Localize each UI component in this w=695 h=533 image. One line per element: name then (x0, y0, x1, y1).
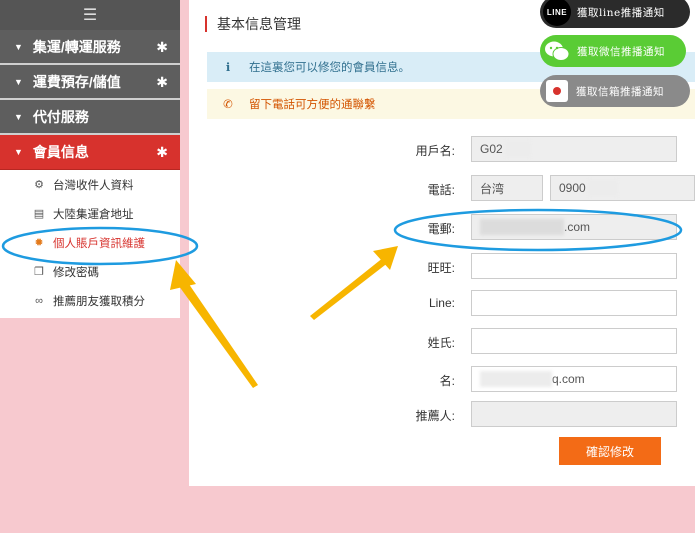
name-row: 名: q.com (189, 366, 695, 394)
mail-notify-button[interactable]: 獲取信箱推播通知 (540, 75, 690, 107)
phone-value: 0900 (559, 181, 586, 195)
document-icon: ▤ (33, 208, 45, 220)
line-field[interactable] (471, 290, 677, 316)
main-panel: 基本信息管理 ℹ 在這裏您可以修您的會員信息。 ✆ 留下電話可方便的通聯繫 用戶… (189, 0, 695, 486)
sidebar-item-referral[interactable]: ∞ 推薦朋友獲取積分 (0, 286, 180, 315)
gear-icon: ✱ (156, 39, 168, 55)
sidebar-toggle[interactable]: ☰ (0, 0, 180, 30)
caret-down-icon: ▼ (14, 111, 23, 122)
sidebar-group-label: 集運/轉運服務 (32, 38, 121, 55)
sidebar-group-shipping[interactable]: ▼ 集運/轉運服務 ✱ (0, 30, 180, 65)
sidebar-item-recipients[interactable]: ⚙ 台灣收件人資料 (0, 170, 180, 199)
name-field[interactable]: q.com (471, 366, 677, 392)
wangwang-row: 旺旺: (189, 253, 695, 281)
name-label: 名: (439, 374, 455, 388)
info-alert-text: 在這裏您可以修您的會員信息。 (249, 62, 410, 74)
username-value: G02 (480, 142, 503, 156)
sidebar-item-warehouse-address[interactable]: ▤ 大陸集運倉地址 (0, 199, 180, 228)
sidebar-group-payment[interactable]: ▼ 代付服務 (0, 100, 180, 135)
referrer-row: 推薦人: (189, 401, 695, 429)
sidebar-item-label: 個人賬戶資訊維護 (53, 237, 145, 250)
redacted-block (480, 371, 552, 387)
sidebar-item-label: 修改密碼 (53, 266, 99, 279)
line-notify-label: 獲取line推播通知 (577, 6, 665, 19)
sidebar-group-member[interactable]: ▼ 會員信息 ✱ (0, 135, 180, 170)
caret-down-icon: ▼ (14, 147, 23, 157)
referrer-label: 推薦人: (415, 409, 455, 423)
redacted-block (480, 219, 564, 235)
redacted-block (504, 141, 531, 157)
gear-icon: ✱ (156, 144, 168, 160)
info-icon: ℹ (225, 62, 231, 74)
email-label: 電郵: (427, 222, 455, 236)
caret-down-icon: ▼ (14, 41, 23, 52)
phone-country-select[interactable]: 台湾 (471, 175, 543, 201)
caret-down-icon: ▼ (14, 76, 23, 87)
line-label: Line: (428, 296, 455, 310)
gear-icon: ✹ (34, 237, 44, 249)
surname-field[interactable] (471, 328, 677, 354)
wechat-icon (543, 37, 571, 65)
sidebar-item-change-password[interactable]: ❐ 修改密碼 (0, 257, 180, 286)
redacted-block (587, 180, 618, 196)
users-icon: ⚙ (34, 179, 44, 191)
email-value: .com (564, 220, 591, 234)
sidebar-item-label: 推薦朋友獲取積分 (53, 295, 145, 308)
phone-country-value: 台湾 (480, 181, 505, 196)
copy-icon: ❐ (34, 266, 44, 278)
submit-button[interactable]: 確認修改 (559, 437, 661, 465)
menu-icon[interactable]: ☰ (83, 5, 97, 25)
surname-row: 姓氏: (189, 328, 695, 356)
surname-label: 姓氏: (427, 336, 455, 350)
sidebar: ☰ ▼ 集運/轉運服務 ✱ ▼ 運費預存/儲值 ✱ ▼ 代付服務 ▼ 會員信息 … (0, 0, 180, 318)
phone-field[interactable]: 0900 (550, 175, 695, 201)
page-title: 基本信息管理 (205, 16, 301, 32)
referrer-field[interactable] (471, 401, 677, 427)
email-row: 電郵: .com (189, 214, 695, 242)
warning-alert-text: 留下電話可方便的通聯繫 (249, 99, 376, 111)
sidebar-group-prepay[interactable]: ▼ 運費預存/儲值 ✱ (0, 65, 180, 100)
wechat-notify-label: 獲取微信推播通知 (577, 45, 665, 58)
username-label: 用戶名: (415, 144, 455, 158)
username-field[interactable]: G02 (471, 136, 677, 162)
line-logo-icon: LINE (543, 0, 571, 26)
sidebar-group-label: 代付服務 (32, 108, 89, 125)
name-value: q.com (552, 372, 585, 386)
sidebar-item-label: 大陸集運倉地址 (53, 208, 134, 221)
mail-icon (546, 80, 568, 102)
sidebar-group-label: 運費預存/儲值 (32, 73, 121, 90)
link-icon: ∞ (35, 294, 43, 307)
sidebar-group-label: 會員信息 (32, 144, 89, 160)
gear-icon: ✱ (156, 74, 168, 90)
wangwang-label: 旺旺: (427, 261, 455, 275)
phone-row: 電話: 台湾 0900 (189, 175, 695, 203)
mail-notify-label: 獲取信箱推播通知 (576, 85, 664, 98)
phone-label: 電話: (427, 183, 455, 197)
line-notify-button[interactable]: LINE 獲取line推播通知 (540, 0, 690, 28)
username-row: 用戶名: G02 (189, 136, 695, 164)
email-field[interactable]: .com (471, 214, 677, 240)
wechat-notify-button[interactable]: 獲取微信推播通知 (540, 35, 686, 67)
wangwang-field[interactable] (471, 253, 677, 279)
sidebar-item-label: 台灣收件人資料 (53, 179, 134, 192)
line-row: Line: (189, 290, 695, 318)
phone-icon: ✆ (223, 99, 233, 111)
sidebar-item-account-info[interactable]: ✹ 個人賬戶資訊維護 (0, 228, 180, 257)
